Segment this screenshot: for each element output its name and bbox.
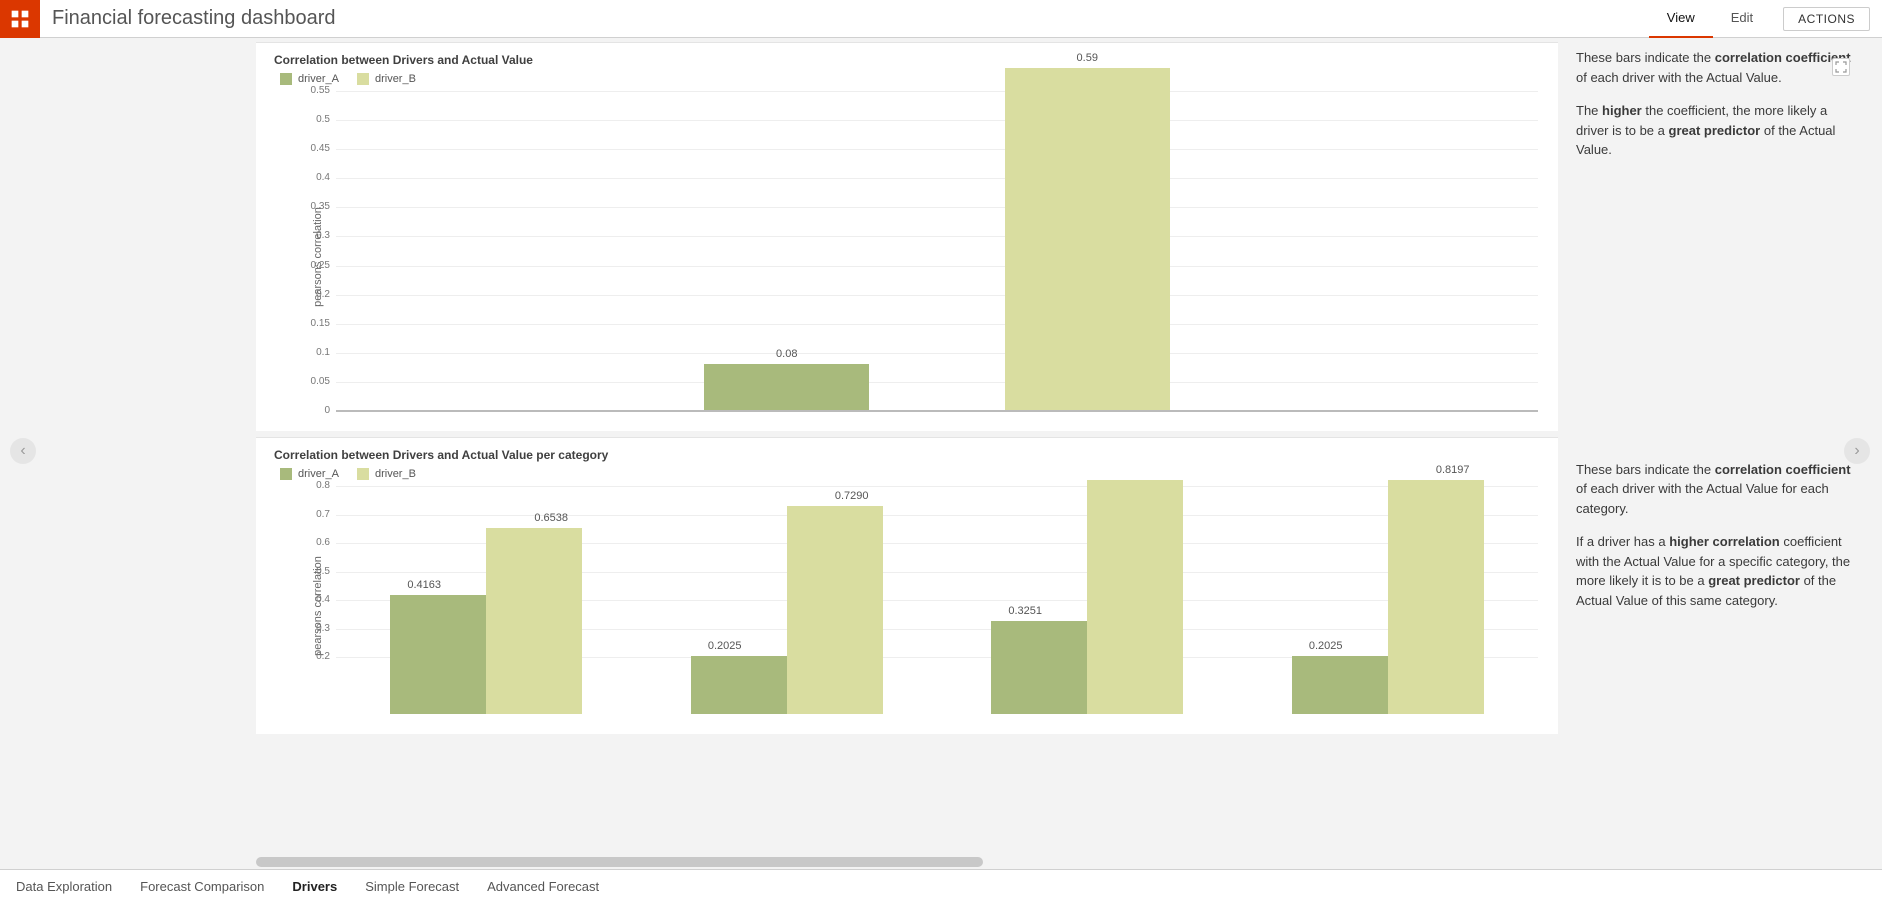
scrollbar-thumb[interactable] xyxy=(256,857,983,867)
legend-label-a: driver_A xyxy=(298,73,339,85)
legend-item-driver-a[interactable]: driver_A xyxy=(280,73,339,85)
topbar: Financial forecasting dashboard View Edi… xyxy=(0,0,1882,38)
chart2-bar-label: 0.4163 xyxy=(407,579,438,591)
legend-label-a: driver_A xyxy=(298,468,339,480)
chart2-description: These bars indicate the correlation coef… xyxy=(1576,460,1858,611)
description-column: These bars indicate the correlation coef… xyxy=(1576,48,1858,869)
chart2-bar-b xyxy=(1087,480,1183,714)
chart2-bar-b: 0.7290 xyxy=(787,506,883,714)
view-edit-tabs: View Edit xyxy=(1649,0,1771,38)
chart2-card: Correlation between Drivers and Actual V… xyxy=(256,437,1558,734)
app-logo[interactable] xyxy=(0,0,40,38)
chart1-description: These bars indicate the correlation coef… xyxy=(1576,48,1858,160)
chart1-title: Correlation between Drivers and Actual V… xyxy=(256,43,1558,69)
page-title: Financial forecasting dashboard xyxy=(52,7,336,30)
tab-data-exploration[interactable]: Data Exploration xyxy=(4,871,124,902)
tab-advanced-forecast[interactable]: Advanced Forecast xyxy=(475,871,611,902)
chart1-card: Correlation between Drivers and Actual V… xyxy=(256,42,1558,431)
tab-simple-forecast[interactable]: Simple Forecast xyxy=(353,871,471,902)
chart1-legend: driver_A driver_B xyxy=(256,69,1558,89)
chart2-legend: driver_A driver_B xyxy=(256,464,1558,484)
chevron-left-icon: ‹ xyxy=(20,442,25,460)
chart2-title: Correlation between Drivers and Actual V… xyxy=(256,438,1558,464)
chart2-bar-label: 0.7290 xyxy=(835,490,866,502)
expand-icon[interactable] xyxy=(1832,58,1850,76)
chart1-bar-label: 0.59 xyxy=(1005,52,1170,64)
legend-label-b: driver_B xyxy=(375,73,416,85)
chart2-bar-a: 0.4163 xyxy=(390,595,486,714)
charts-column: Correlation between Drivers and Actual V… xyxy=(256,38,1558,855)
legend-item-driver-b[interactable]: driver_B xyxy=(357,73,416,85)
chart2-bar-b: 0.6538 xyxy=(486,528,582,714)
main-area: ‹ › These bars indicate the correlation … xyxy=(0,38,1882,869)
bottom-tabs: Data Exploration Forecast Comparison Dri… xyxy=(0,869,1882,903)
chart1-bar: 0.59 xyxy=(1005,68,1170,411)
legend-swatch-a xyxy=(280,468,292,480)
horizontal-scrollbar[interactable] xyxy=(256,857,1872,867)
chart2-bar-label: 0.8197 xyxy=(1436,464,1467,476)
chart2-plot: 0.20.30.40.50.60.70.8 0.41630.65380.2025… xyxy=(336,486,1538,714)
chart1-area: pearsons correlation 00.050.10.150.20.25… xyxy=(274,91,1540,423)
chart2-bar-b: 0.8197 xyxy=(1388,480,1484,714)
chart2-bar-a: 0.2025 xyxy=(691,656,787,714)
chart1-bar: 0.08 xyxy=(704,364,869,411)
chart2-area: pearsons correlation 0.20.30.40.50.60.70… xyxy=(274,486,1540,726)
chart2-bar-label: 0.2025 xyxy=(708,640,739,652)
legend-label-b: driver_B xyxy=(375,468,416,480)
actions-button[interactable]: ACTIONS xyxy=(1783,7,1870,31)
grid-icon xyxy=(10,9,30,29)
chart2-bar-a: 0.3251 xyxy=(991,621,1087,714)
tab-forecast-comparison[interactable]: Forecast Comparison xyxy=(128,871,276,902)
legend-swatch-a xyxy=(280,73,292,85)
chart2-bar-label: 0.3251 xyxy=(1008,605,1039,617)
fullscreen-icon xyxy=(1835,61,1847,73)
legend-swatch-b xyxy=(357,73,369,85)
legend-item-driver-b[interactable]: driver_B xyxy=(357,468,416,480)
legend-item-driver-a[interactable]: driver_A xyxy=(280,468,339,480)
chart2-bar-label: 0.6538 xyxy=(534,512,565,524)
tab-drivers[interactable]: Drivers xyxy=(280,871,349,902)
carousel-prev-button[interactable]: ‹ xyxy=(10,438,36,464)
chart1-bar-label: 0.08 xyxy=(704,348,869,360)
tab-view[interactable]: View xyxy=(1649,0,1713,38)
chart1-plot: 00.050.10.150.20.250.30.350.40.450.50.55… xyxy=(336,91,1538,411)
tab-edit[interactable]: Edit xyxy=(1713,0,1771,38)
chart2-bar-a: 0.2025 xyxy=(1292,656,1388,714)
legend-swatch-b xyxy=(357,468,369,480)
chart2-bar-label: 0.2025 xyxy=(1309,640,1340,652)
